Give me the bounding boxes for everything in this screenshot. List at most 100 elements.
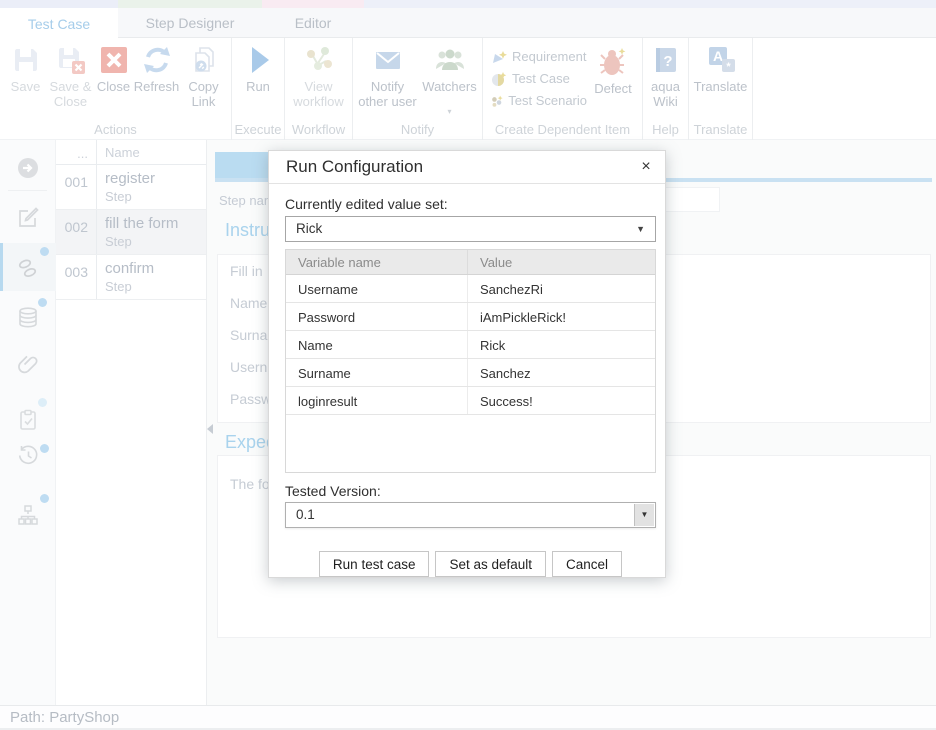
collapse-panel-arrow-icon[interactable]: [207, 424, 213, 434]
create-defect-button[interactable]: Defect: [587, 46, 639, 112]
badge-dot-history: [40, 444, 49, 453]
step-number: 003: [56, 255, 97, 299]
save-and-close-button: Save & Close: [48, 44, 94, 109]
group-label-execute: Execute: [232, 122, 284, 137]
table-row[interactable]: Username SanchezRi: [286, 275, 655, 303]
variable-value-cell[interactable]: Sanchez: [468, 359, 655, 386]
run-test-case-button[interactable]: Run test case: [319, 551, 430, 577]
ribbon-group-actions: Save Save & Close Clos: [0, 38, 232, 140]
notify-other-user-button[interactable]: Notify other user: [356, 44, 420, 109]
refresh-button[interactable]: Refresh: [134, 44, 180, 109]
history-icon[interactable]: [16, 443, 40, 467]
tab-editor[interactable]: Editor: [262, 8, 364, 38]
combobox-dropdown-button[interactable]: ▼: [634, 504, 654, 526]
create-test-scenario-button[interactable]: Test Scenario: [491, 90, 587, 111]
database-icon[interactable]: [16, 306, 40, 330]
run-icon: [242, 44, 274, 76]
hierarchy-sitemap-icon[interactable]: [16, 503, 40, 527]
ribbon-tabbar: Test Case Step Designer Editor: [0, 8, 936, 38]
table-row[interactable]: Password iAmPickleRick!: [286, 303, 655, 331]
edit-icon[interactable]: [16, 206, 40, 230]
table-row[interactable]: Name Rick: [286, 331, 655, 359]
table-row[interactable]: Surname Sanchez: [286, 359, 655, 387]
watchers-label: Watchers: [422, 79, 476, 109]
column-variable-name: Variable name: [286, 250, 468, 274]
workflow-icon: [303, 44, 335, 76]
step-type: Step: [105, 279, 206, 294]
column-value: Value: [468, 250, 655, 274]
tab-test-case[interactable]: Test Case: [0, 8, 118, 39]
variable-value-cell[interactable]: Success!: [468, 387, 655, 414]
steps-list-panel: ... Name 001 register Step 002 fill the …: [56, 140, 207, 705]
save-close-icon: [55, 44, 87, 76]
attachments-paperclip-icon[interactable]: [16, 353, 40, 377]
tested-version-combobox[interactable]: 0.1 ▼: [285, 502, 656, 528]
test-steps-icon[interactable]: [16, 256, 40, 280]
cancel-button[interactable]: Cancel: [552, 551, 622, 577]
step-number: 002: [56, 210, 97, 254]
set-as-default-button[interactable]: Set as default: [435, 551, 546, 577]
tested-version-label: Tested Version:: [285, 483, 656, 499]
copy-link-label: Copy Link: [180, 79, 228, 109]
group-label-help: Help: [643, 122, 688, 137]
step-type: Step: [105, 234, 206, 249]
create-test-case-button[interactable]: Test Case: [491, 68, 587, 89]
variable-value-cell[interactable]: SanchezRi: [468, 275, 655, 302]
translate-label: Translate: [694, 79, 748, 109]
requirement-icon: [491, 49, 507, 65]
step-row-003[interactable]: 003 confirm Step: [56, 255, 206, 300]
badge-dot-database: [38, 298, 47, 307]
translate-icon: A *: [705, 44, 737, 76]
dialog-header: Run Configuration ×: [269, 151, 665, 184]
envelope-icon: [372, 44, 404, 76]
aqua-wiki-button[interactable]: ? aqua Wiki: [644, 44, 688, 109]
step-name: confirm: [105, 260, 206, 277]
table-row[interactable]: loginresult Success!: [286, 387, 655, 415]
variable-name-cell: Username: [286, 275, 468, 302]
variable-value-cell[interactable]: iAmPickleRick!: [468, 303, 655, 330]
ribbon-group-create-dependent-item: Requirement Test Case: [483, 38, 643, 140]
run-button[interactable]: Run: [233, 44, 283, 109]
test-scenario-label: Test Scenario: [508, 93, 587, 108]
aqua-wiki-label: aqua Wiki: [644, 79, 688, 109]
step-row-002[interactable]: 002 fill the form Step: [56, 210, 206, 255]
save-label: Save: [11, 79, 41, 109]
expected-line: The fo: [230, 476, 270, 492]
copy-link-icon: [188, 44, 220, 76]
test-case-icon: [491, 71, 507, 87]
run-label: Run: [246, 79, 270, 109]
instruction-line: Surna: [230, 327, 267, 343]
value-set-selected: Rick: [296, 221, 322, 236]
close-dialog-button[interactable]: ×: [635, 156, 657, 178]
group-label-create-dependent-item: Create Dependent Item: [483, 122, 642, 137]
svg-text:A: A: [712, 48, 722, 64]
step-name-label: Step nam: [219, 193, 275, 208]
copy-link-button[interactable]: Copy Link: [180, 44, 228, 109]
instruction-line: Passw: [230, 391, 271, 407]
save-icon: [10, 44, 42, 76]
steps-column-name: Name: [97, 140, 206, 164]
steps-list-header: ... Name: [56, 140, 206, 165]
ribbon-group-notify: Notify other user Watchers ▾ Notify: [353, 38, 483, 140]
tab-step-designer[interactable]: Step Designer: [118, 8, 262, 38]
save-button: Save: [4, 44, 48, 109]
path-label: Path: PartyShop: [10, 709, 119, 726]
copy-refresh-label: Refresh: [134, 79, 180, 109]
step-row-001[interactable]: 001 register Step: [56, 165, 206, 210]
instruction-line: Fill in: [230, 263, 263, 279]
variable-value-cell[interactable]: Rick: [468, 331, 655, 358]
clipboard-check-icon[interactable]: [16, 408, 40, 432]
view-workflow-label: View workflow: [288, 79, 350, 109]
go-arrow-icon[interactable]: [16, 156, 40, 180]
test-scenario-icon: [491, 93, 503, 109]
group-label-actions: Actions: [0, 122, 231, 137]
create-requirement-button[interactable]: Requirement: [491, 46, 587, 67]
dialog-title: Run Configuration: [286, 157, 423, 177]
steps-column-menu: ...: [56, 140, 97, 164]
translate-button[interactable]: A * Translate: [691, 44, 751, 109]
value-set-dropdown[interactable]: Rick ▼: [285, 216, 656, 242]
defect-label: Defect: [594, 81, 632, 111]
strip-editor: [262, 0, 364, 8]
watchers-button[interactable]: Watchers ▾: [420, 44, 480, 115]
close-button[interactable]: Close: [94, 44, 134, 109]
